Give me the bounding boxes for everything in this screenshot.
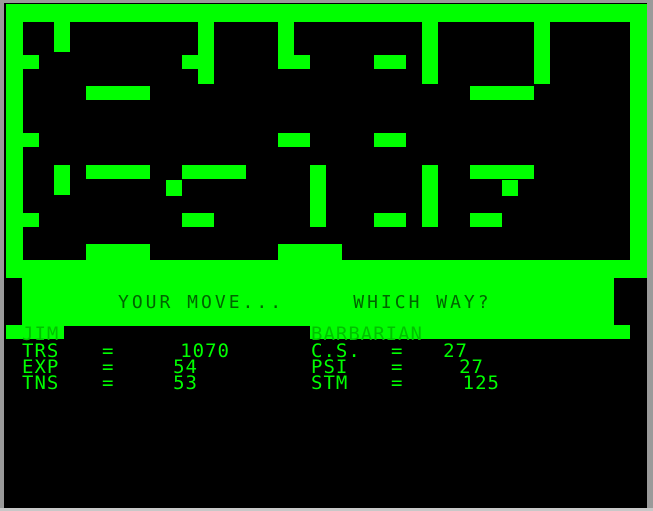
stat-label-tns: TNS (22, 372, 60, 394)
maze-wall (278, 244, 342, 262)
message-banner: YOUR MOVE... WHICH WAY? (22, 278, 614, 326)
dungeon-maze (0, 0, 653, 290)
maze-wall (502, 180, 518, 196)
maze-wall (23, 133, 39, 147)
maze-wall (470, 213, 502, 227)
maze-wall (182, 55, 214, 69)
maze-wall (374, 133, 406, 147)
maze-wall (54, 22, 70, 52)
stat-equals: = (391, 372, 404, 394)
maze-wall (6, 4, 647, 22)
close-icon[interactable]: ✕ (615, 21, 629, 37)
maze-wall (166, 180, 182, 196)
direction-question: WHICH WAY? (353, 292, 492, 313)
stat-equals: = (102, 372, 115, 394)
maze-wall (23, 213, 39, 227)
maze-wall (23, 55, 39, 69)
maze-wall (374, 213, 406, 227)
window-border (0, 0, 4, 511)
maze-wall (470, 86, 534, 100)
maze-wall (534, 22, 550, 84)
stat-label-stm: STM (311, 372, 349, 394)
maze-wall (54, 165, 70, 195)
maze-wall (630, 4, 647, 278)
stat-value-stm: 125 (462, 372, 500, 394)
maze-wall (182, 213, 214, 227)
maze-wall (422, 22, 438, 84)
maze-wall (86, 165, 150, 179)
maze-wall (86, 86, 150, 100)
maze-wall (422, 165, 438, 227)
maze-wall (278, 55, 310, 69)
game-screen: ✕ YOUR MOVE... WHICH WAY? JIM BARBARIAN … (0, 0, 653, 511)
maze-wall (182, 165, 246, 179)
maze-wall (6, 4, 23, 278)
maze-wall (86, 244, 150, 262)
stat-value-tns: 53 (173, 372, 198, 394)
move-prompt: YOUR MOVE... (118, 292, 285, 313)
maze-wall (470, 165, 534, 179)
maze-wall (374, 55, 406, 69)
window-border (647, 0, 653, 511)
maze-wall (310, 165, 326, 227)
window-border (0, 0, 653, 3)
maze-wall (6, 260, 647, 278)
maze-wall (278, 133, 310, 147)
maze-wall (198, 22, 214, 84)
